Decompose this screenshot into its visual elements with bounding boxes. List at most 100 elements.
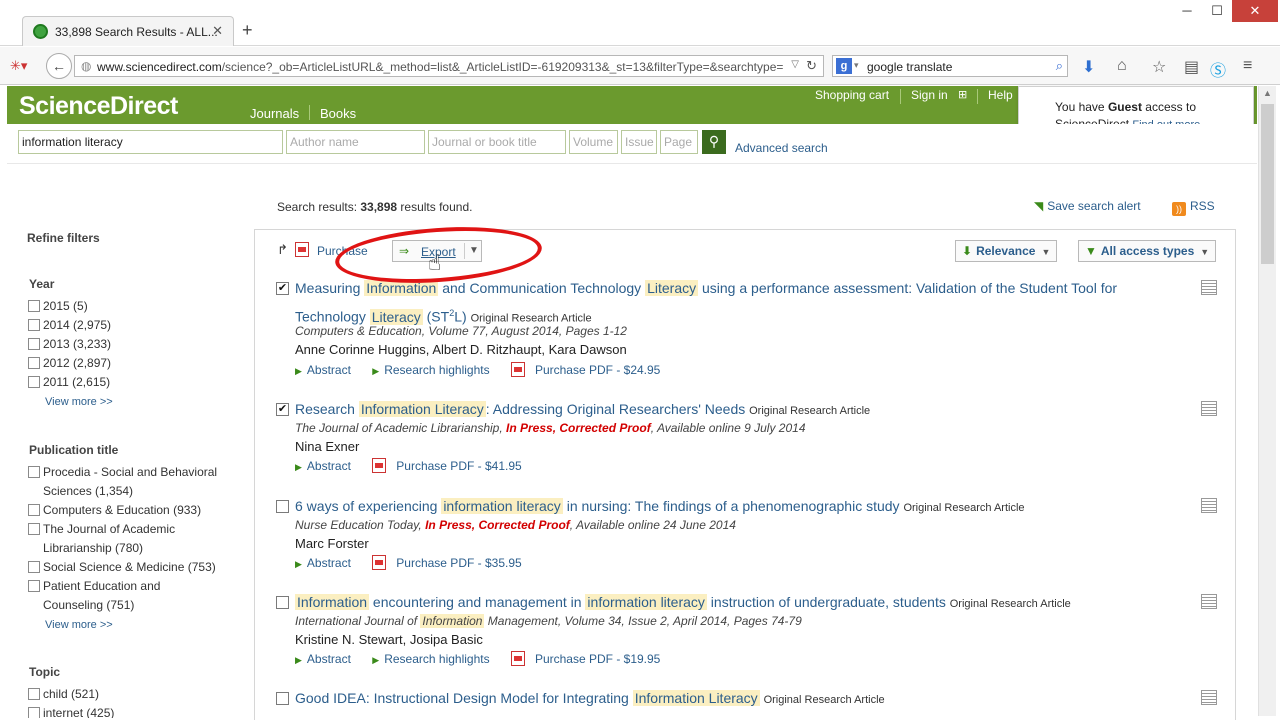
result-preview-icon[interactable] [1201,690,1217,705]
result-title-link[interactable]: Research Information Literacy: Addressin… [295,397,1175,424]
filter-checkbox[interactable] [28,357,40,369]
expand-plus-icon[interactable]: ⊞ [958,88,967,101]
filter-checkbox[interactable] [28,466,40,478]
window-close-icon[interactable]: ✕ [1232,0,1278,22]
minimize-icon[interactable]: ─ [1172,0,1202,22]
access-types-dropdown[interactable]: ▼ All access types ▼ [1078,240,1217,262]
result-title-link[interactable]: 6 ways of experiencing information liter… [295,494,1175,521]
addon-icon[interactable]: ✳▾ [10,58,27,74]
research-highlights-link[interactable]: Research highlights [384,652,489,666]
author-input[interactable]: Author name [286,130,425,154]
page-scrollbar[interactable]: ▲ [1258,86,1276,716]
menu-icon[interactable]: ≡ [1243,57,1252,75]
filter-checkbox[interactable] [28,580,40,592]
year-view-more-link[interactable]: View more >> [45,396,113,408]
nav-books[interactable]: Books [320,106,356,121]
filter-checkbox[interactable] [28,707,40,718]
sign-in-link[interactable]: Sign in [911,88,948,102]
filter-checkbox[interactable] [28,319,40,331]
url-dropdown-icon[interactable]: ▽ [791,59,799,70]
browser-search-bar[interactable]: g ▾ google translate ⌕ [832,55,1068,77]
publication-filter-item[interactable]: Patient Education and Counseling (751) [28,577,160,615]
help-link[interactable]: Help [988,88,1013,102]
select-all-arrow-icon[interactable]: ↱ [277,242,288,258]
url-bar[interactable]: ◍ www.sciencedirect.com/science?_ob=Arti… [74,55,824,77]
home-icon[interactable]: ⌂ [1117,57,1127,75]
purchase-pdf-link[interactable]: Purchase PDF - $19.95 [535,652,660,666]
bookmarks-list-icon[interactable]: ▤ [1184,57,1199,77]
filter-checkbox[interactable] [28,688,40,700]
purchase-pdf-link[interactable]: Purchase PDF - $24.95 [535,363,660,377]
filter-checkbox[interactable] [28,504,40,516]
volume-input[interactable]: Volume [569,130,618,154]
result-authors: Marc Forster [295,536,369,551]
browser-tab[interactable]: 33,898 Search Results - ALL... ✕ [22,16,234,46]
publication-filter-item[interactable]: The Journal of Academic Librarianship (78… [28,520,175,558]
result-preview-icon[interactable] [1201,594,1217,609]
year-filter-item[interactable]: 2014 (2,975) [28,316,111,335]
reload-icon[interactable]: ↻ [806,58,817,74]
save-search-alert-link[interactable]: ◥ Save search alert [1034,199,1141,213]
result-checkbox[interactable] [276,500,289,513]
new-tab-icon[interactable]: + [242,20,253,41]
scroll-up-icon[interactable]: ▲ [1259,88,1276,98]
result-preview-icon[interactable] [1201,498,1217,513]
advanced-search-link[interactable]: Advanced search [735,141,828,155]
search-button[interactable]: ⚲ [702,130,726,154]
maximize-icon[interactable]: ☐ [1202,0,1232,22]
search-engine-icon[interactable]: g [836,58,852,74]
search-icon[interactable]: ⌕ [1056,58,1063,74]
filter-checkbox[interactable] [28,300,40,312]
abstract-link[interactable]: Abstract [307,363,351,377]
publication-filter-item[interactable]: Social Science & Medicine (753) [28,558,216,577]
year-filter-item[interactable]: 2015 (5) [28,297,88,316]
purchase-pdf-link[interactable]: Purchase PDF - $41.95 [396,459,521,473]
result-title-link[interactable]: Good IDEA: Instructional Design Model fo… [295,686,1175,713]
download-icon[interactable]: ⬇ [1082,57,1095,77]
result-preview-icon[interactable] [1201,401,1217,416]
result-checkbox[interactable]: ✔ [276,282,289,295]
article-type: Original Research Article [949,598,1071,610]
bookmark-star-icon[interactable]: ☆ [1152,57,1166,77]
filter-checkbox[interactable] [28,523,40,535]
scroll-thumb[interactable] [1261,104,1274,264]
publication-filter-item[interactable]: Procedia - Social and Behavioral Sciences… [28,463,217,501]
year-filter-item[interactable]: 2011 (2,615) [28,373,110,392]
purchase-pdf-link[interactable]: Purchase PDF - $35.95 [396,556,521,570]
result-links: ▶ Abstract Purchase PDF - $35.95 [295,555,522,570]
back-icon[interactable]: ← [46,53,72,79]
site-logo[interactable]: ScienceDirect [19,92,178,121]
filter-checkbox[interactable] [28,561,40,573]
skype-icon[interactable]: Ⓢ [1210,57,1226,81]
pdf-icon [372,458,387,473]
topic-filter-item[interactable]: child (521) [28,685,99,704]
topic-filter-item[interactable]: internet (425) [28,704,114,718]
abstract-link[interactable]: Abstract [307,652,351,666]
abstract-link[interactable]: Abstract [307,556,351,570]
result-checkbox[interactable] [276,596,289,609]
nav-journals[interactable]: Journals [250,106,299,121]
journal-input[interactable]: Journal or book title [428,130,566,154]
result-preview-icon[interactable] [1201,280,1217,295]
issue-input[interactable]: Issue [621,130,657,154]
publication-filter-item[interactable]: Computers & Education (933) [28,501,201,520]
page-input[interactable]: Page [660,130,698,154]
result-checkbox[interactable] [276,692,289,705]
filter-checkbox[interactable] [28,376,40,388]
rss-link[interactable]: )) RSS [1172,199,1215,216]
result-checkbox[interactable]: ✔ [276,403,289,416]
result-title-link[interactable]: Information encountering and management … [295,590,1175,617]
engine-dropdown-icon[interactable]: ▾ [854,60,859,71]
filter-checkbox[interactable] [28,338,40,350]
year-filter-item[interactable]: 2012 (2,897) [28,354,111,373]
abstract-link[interactable]: Abstract [307,459,351,473]
sort-relevance-dropdown[interactable]: ⬇ Relevance ▼ [955,240,1058,262]
browser-search-query[interactable]: google translate [867,60,952,74]
filter-funnel-icon: ▼ [1085,244,1097,258]
year-filter-item[interactable]: 2013 (3,233) [28,335,111,354]
publication-view-more-link[interactable]: View more >> [45,619,113,631]
tab-close-icon[interactable]: ✕ [212,23,223,39]
shopping-cart-link[interactable]: Shopping cart [815,88,889,102]
research-highlights-link[interactable]: Research highlights [384,363,489,377]
keyword-input[interactable]: information literacy [18,130,283,154]
